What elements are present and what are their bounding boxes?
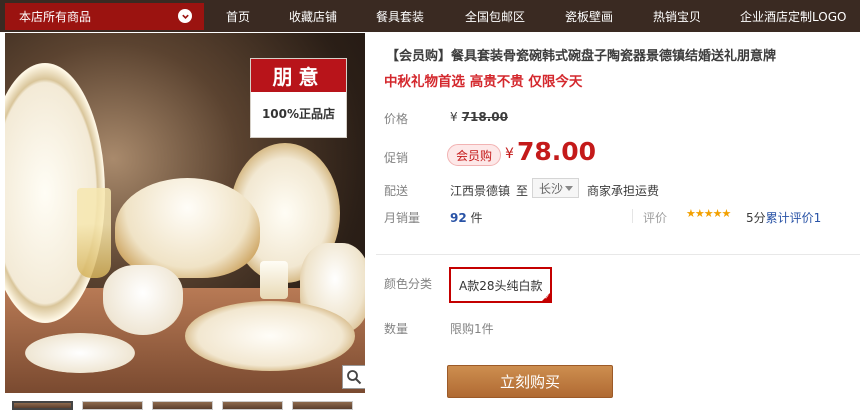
original-price: ¥718.00 [450, 110, 508, 124]
color-label: 颜色分类 [384, 277, 433, 291]
product-main-image[interactable]: 朋意 100%正品店 [5, 33, 365, 393]
image-tureen [115, 178, 260, 278]
product-subtitle: 中秋礼物首选 高贵不贵 仅限今天 [384, 74, 583, 90]
nav-item-hot-items[interactable]: 热销宝贝 [653, 8, 701, 25]
brand-tag: 100%正品店 [261, 106, 336, 121]
city-select[interactable]: 长沙 [532, 178, 579, 198]
buy-now-button[interactable]: 立刻购买 [447, 365, 613, 398]
price-label: 价格 [384, 112, 409, 126]
check-mark-icon: ✓ [544, 294, 550, 301]
ship-to-text: 至 [516, 184, 529, 198]
sale-price: 78.00 [517, 137, 597, 166]
promo-label: 促销 [384, 151, 409, 165]
original-price-value: 718.00 [461, 110, 508, 124]
section-divider [376, 254, 860, 255]
nav-item-free-shipping[interactable]: 全国包邮区 [465, 8, 525, 25]
monthly-sales-label: 月销量 [384, 211, 421, 225]
all-products-label: 本店所有商品 [19, 10, 92, 24]
image-wine-glass [77, 188, 111, 278]
nav-item-favorite-store[interactable]: 收藏店铺 [289, 8, 337, 25]
image-spoons [25, 333, 135, 373]
nav-item-custom-logo[interactable]: 企业酒店定制LOGO [740, 8, 846, 25]
brand-name: 朋意 [251, 59, 346, 92]
thumbnail[interactable] [292, 401, 353, 410]
image-small-cup [260, 261, 288, 299]
color-option-label: A款28头纯白款 [459, 278, 543, 293]
city-select-value: 长沙 [539, 181, 564, 196]
divider [632, 209, 633, 223]
rating-count-link[interactable]: 累计评价1 [766, 211, 822, 225]
nav-item-home[interactable]: 首页 [226, 8, 250, 25]
monthly-sales-value: 92 [450, 211, 467, 225]
thumbnail[interactable] [82, 401, 143, 410]
all-products-dropdown[interactable]: 本店所有商品 [5, 3, 204, 30]
chevron-down-icon [178, 9, 192, 23]
nav-item-tableware-sets[interactable]: 餐具套装 [376, 8, 424, 25]
rating-stars: ★★★★★ [686, 207, 731, 220]
thumbnail-strip [12, 401, 353, 410]
monthly-sales: 92 件 [450, 209, 483, 226]
image-bowl [103, 265, 183, 335]
dropdown-arrow-icon [565, 186, 573, 191]
brand-badge: 朋意 100%正品店 [250, 58, 347, 138]
rating-label: 评价 [643, 211, 668, 225]
thumbnail[interactable] [222, 401, 283, 410]
top-nav: 本店所有商品 首页 收藏店铺 餐具套装 全国包邮区 瓷板壁画 热销宝贝 企业酒店… [0, 0, 860, 32]
ship-origin: 江西景德镇 [450, 184, 511, 198]
image-low-dish [185, 301, 355, 371]
rating-summary: 5分累计评价1 [746, 209, 821, 226]
sale-currency-symbol: ¥ [505, 146, 514, 162]
freight-info: 商家承担运费 [587, 184, 660, 198]
rating-score: 5分 [746, 211, 766, 225]
product-title: 【会员购】餐具套装骨瓷碗韩式碗盘子陶瓷器景德镇结婚送礼朋意牌 [386, 49, 777, 64]
currency-symbol: ¥ [450, 110, 458, 124]
color-option-selected[interactable]: A款28头纯白款 ✓ [449, 267, 553, 303]
purchase-limit: 限购1件 [450, 322, 494, 336]
thumbnail[interactable] [152, 401, 213, 410]
monthly-sales-unit: 件 [470, 211, 483, 225]
delivery-label: 配送 [384, 184, 409, 198]
member-badge: 会员购 [447, 144, 502, 166]
quantity-label: 数量 [384, 322, 409, 336]
nav-item-porcelain-murals[interactable]: 瓷板壁画 [565, 8, 613, 25]
thumbnail[interactable] [12, 401, 73, 410]
magnifier-icon[interactable] [342, 365, 365, 389]
